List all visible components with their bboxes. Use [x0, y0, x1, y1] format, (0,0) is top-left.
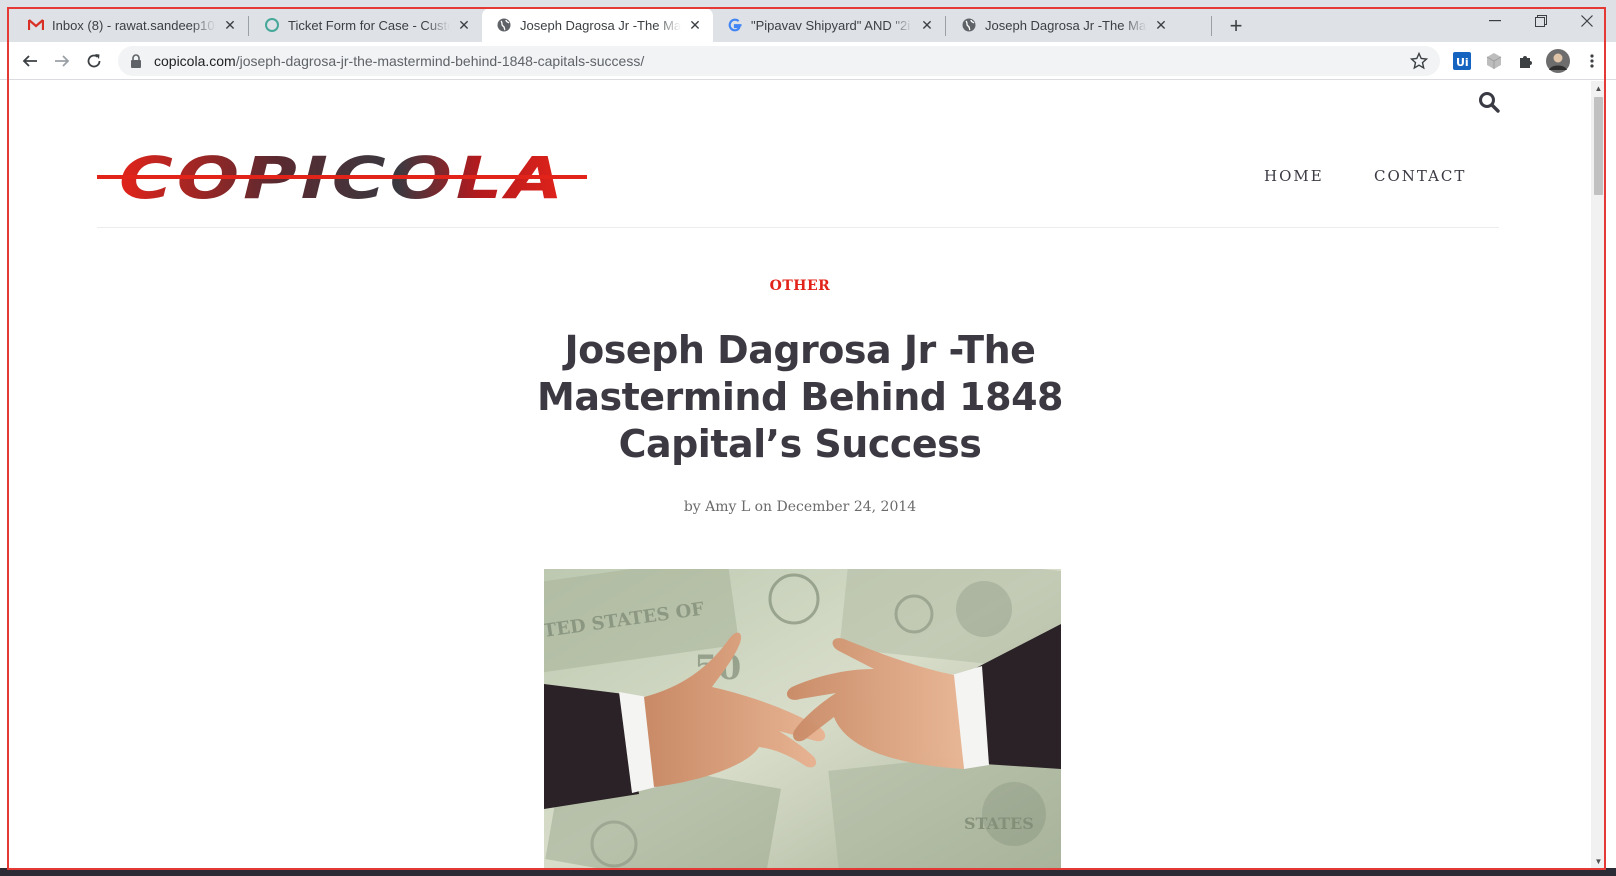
minimize-button[interactable]	[1480, 8, 1510, 34]
close-window-button[interactable]	[1572, 8, 1602, 34]
extension-cube-icon[interactable]	[1482, 49, 1506, 73]
address-bar[interactable]: copicola.com/joseph-dagrosa-jr-the-maste…	[118, 46, 1440, 76]
tab-title: Inbox (8) - rawat.sandeep106@gmail.com -…	[52, 17, 216, 33]
site-logo[interactable]: COPICOLA	[97, 144, 599, 212]
article-title: Joseph Dagrosa Jr -The Mastermind Behind…	[537, 328, 1063, 466]
google-icon	[727, 17, 743, 33]
nav-home[interactable]: HOME	[1264, 167, 1324, 185]
puzzle-extensions-icon[interactable]	[1514, 49, 1538, 73]
tab-title: Joseph Dagrosa Jr -The Mastermind Behind…	[985, 17, 1147, 33]
tab-ticket-form[interactable]: Ticket Form for Case - Customer Support …	[250, 8, 482, 42]
profile-avatar[interactable]	[1546, 49, 1570, 73]
bookmark-star-icon[interactable]	[1409, 51, 1429, 70]
nav-contact[interactable]: CONTACT	[1374, 167, 1466, 185]
arrow-left-icon	[22, 55, 37, 67]
kebab-menu-icon[interactable]	[1580, 49, 1604, 73]
tab-article-active[interactable]: Joseph Dagrosa Jr -The Mastermind Behind…	[482, 8, 713, 42]
arrow-right-icon	[55, 55, 70, 67]
scroll-thumb[interactable]	[1594, 97, 1603, 195]
url-host: copicola.com	[154, 53, 236, 69]
category-link[interactable]: OTHER	[9, 278, 1591, 294]
page-scrollbar[interactable]: ▲ ▼	[1591, 81, 1606, 868]
globe-icon	[961, 17, 977, 33]
tab-strip: Inbox (8) - rawat.sandeep106@gmail.com -…	[0, 0, 1616, 42]
back-button[interactable]	[16, 47, 44, 75]
browser-toolbar: copicola.com/joseph-dagrosa-jr-the-maste…	[0, 42, 1616, 80]
web-page: COPICOLA HOME CONTACT OTHER Joseph Dagro…	[9, 81, 1591, 868]
close-icon[interactable]: ✕	[919, 17, 935, 33]
scroll-down-arrow-icon[interactable]: ▼	[1591, 854, 1606, 868]
lock-icon	[130, 54, 144, 68]
tab-separator	[1211, 16, 1212, 36]
search-icon[interactable]	[1477, 90, 1503, 116]
svg-text:STATES: STATES	[964, 814, 1034, 833]
tab-title: "Pipavav Shipyard" AND "2i capital" - Go…	[751, 17, 913, 33]
close-icon[interactable]: ✕	[222, 17, 238, 33]
tab-article-duplicate[interactable]: Joseph Dagrosa Jr -The Mastermind Behind…	[947, 8, 1179, 42]
header-divider	[97, 227, 1499, 228]
tab-separator	[945, 16, 946, 36]
globe-icon	[496, 17, 512, 33]
tab-title: Joseph Dagrosa Jr -The Mastermind Behind…	[520, 17, 681, 33]
uipath-extension-icon[interactable]: Ui	[1450, 49, 1474, 73]
gmail-icon	[28, 17, 44, 33]
featured-image: TED STATES OF 50 STATES	[544, 569, 1061, 868]
url-path: /joseph-dagrosa-jr-the-mastermind-behind…	[235, 53, 645, 69]
os-taskbar	[0, 868, 1616, 876]
new-tab-button[interactable]: +	[1223, 13, 1249, 39]
ticket-icon	[264, 17, 280, 33]
article-byline: by Amy L on December 24, 2014	[683, 499, 917, 515]
close-icon[interactable]: ✕	[456, 17, 472, 33]
scroll-up-arrow-icon[interactable]: ▲	[1591, 81, 1606, 95]
close-icon[interactable]: ✕	[1153, 17, 1169, 33]
tab-gmail[interactable]: Inbox (8) - rawat.sandeep106@gmail.com -…	[14, 8, 248, 42]
tab-separator	[248, 16, 249, 36]
tab-title: Ticket Form for Case - Customer Support	[288, 17, 450, 33]
forward-button[interactable]	[48, 47, 76, 75]
tab-google-search[interactable]: "Pipavav Shipyard" AND "2i capital" - Go…	[713, 8, 945, 42]
close-icon[interactable]: ✕	[687, 17, 703, 33]
svg-text:Ui: Ui	[1456, 56, 1469, 69]
restore-button[interactable]	[1526, 8, 1556, 34]
reload-icon	[87, 54, 101, 68]
reload-button[interactable]	[80, 47, 108, 75]
